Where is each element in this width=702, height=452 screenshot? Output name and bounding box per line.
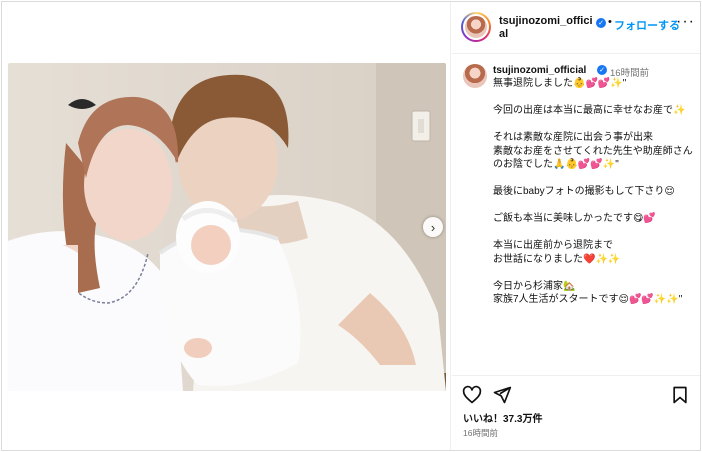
post-timestamp: 16時間前	[463, 428, 498, 438]
caption-verified-badge-icon: ✓	[597, 65, 607, 75]
header-username[interactable]: tsujinozomi_official	[499, 15, 594, 41]
caption-username[interactable]: tsujinozomi_official	[493, 65, 586, 76]
follow-button[interactable]: フォローする	[614, 17, 680, 33]
post-header: tsujinozomi_official ✓ • フォローする ···	[452, 2, 700, 54]
heart-icon[interactable]	[462, 385, 482, 405]
post-photo[interactable]	[8, 63, 446, 391]
like-count[interactable]: いいね！37.3万件	[463, 410, 542, 425]
caption-text: 無事退院しました👶💕💕✨" 今回の出産は本当に最高に幸せなお産で✨ それは素敵な…	[493, 78, 693, 305]
separator-dot: •	[608, 16, 612, 28]
share-icon[interactable]	[492, 385, 512, 405]
story-ring[interactable]	[461, 12, 491, 42]
bookmark-icon[interactable]	[670, 385, 690, 405]
photo-illustration	[8, 63, 446, 391]
chevron-right-icon: ›	[430, 219, 436, 235]
verified-badge-icon: ✓	[596, 18, 606, 28]
avatar	[463, 14, 489, 40]
caption-area: tsujinozomi_official ✓ 16時間前 無事退院しました👶💕💕…	[452, 55, 700, 375]
instagram-post: › tsujinozomi_official ✓ • フォローする ··· ts…	[1, 1, 701, 451]
next-image-button[interactable]: ›	[423, 217, 443, 237]
post-sidebar: tsujinozomi_official ✓ • フォローする ··· tsuj…	[452, 2, 700, 450]
action-bar: いいね！37.3万件 16時間前	[452, 375, 700, 450]
media-pane: ›	[2, 2, 451, 450]
more-options-icon[interactable]: ···	[676, 13, 695, 31]
caption-avatar[interactable]	[463, 64, 487, 88]
